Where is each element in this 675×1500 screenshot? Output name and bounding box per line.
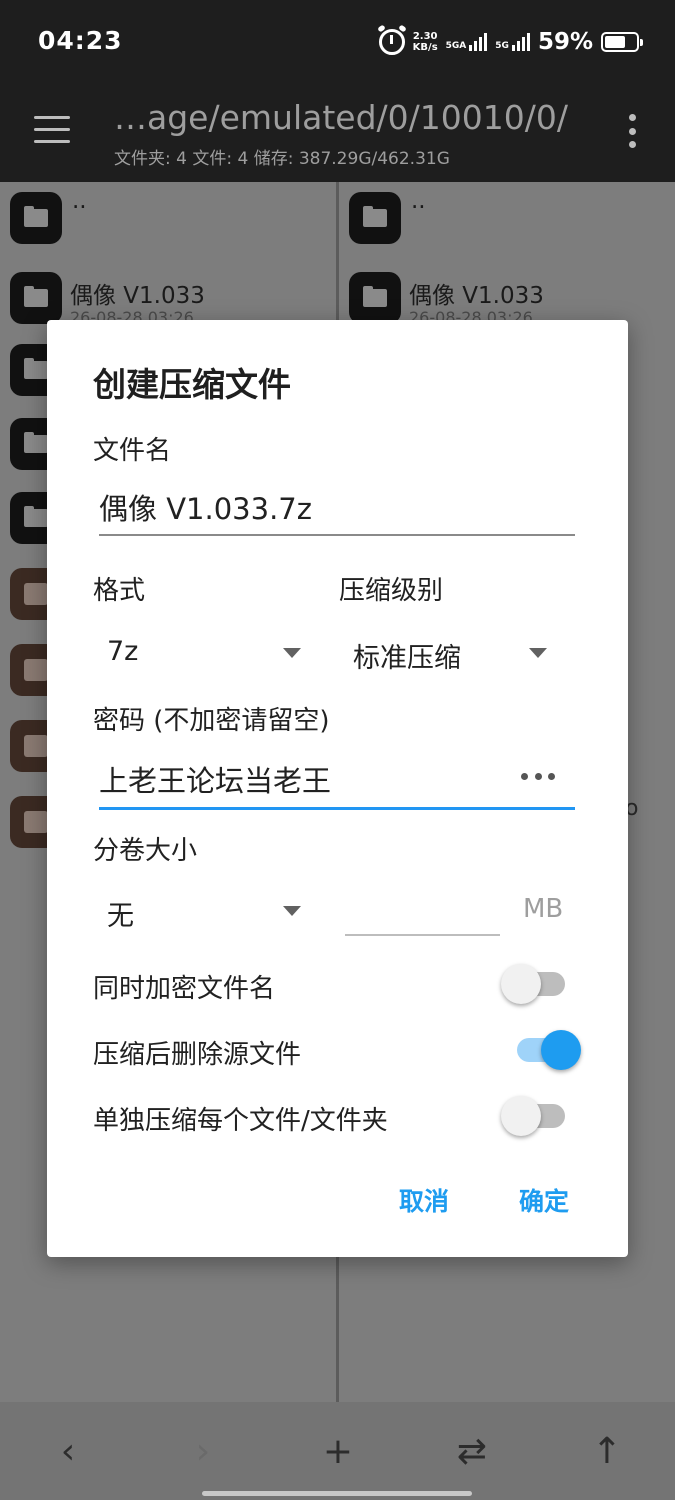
app-bar: …age/emulated/0/10010/0/ 文件夹: 4 文件: 4 储存… [0,84,675,182]
forward-icon[interactable]: › [181,1430,225,1474]
path-info: 文件夹: 4 文件: 4 储存: 387.29G/462.31G [114,149,450,169]
encrypt-names-toggle[interactable] [501,964,565,1004]
folder-icon [349,192,401,244]
filename-input[interactable] [99,488,575,536]
status-time: 04:23 [38,26,123,55]
ok-button[interactable]: 确定 [519,1182,569,1218]
toggle-password-visibility-icon[interactable] [521,773,555,783]
home-indicator[interactable] [202,1491,472,1496]
folder-icon [349,272,401,324]
cancel-button[interactable]: 取消 [399,1182,449,1218]
password-label: 密码 (不加密请留空) [93,706,330,736]
back-icon[interactable]: ‹ [46,1430,90,1474]
volume-size-input[interactable] [345,886,500,936]
compression-level-select[interactable]: 标准压缩 [339,628,547,678]
bottom-toolbar: ‹ › + ⇄ ↑ [0,1402,675,1500]
folder-icon [10,192,62,244]
separate-archives-toggle[interactable] [501,1096,565,1136]
encrypt-names-label: 同时加密文件名 [93,974,276,1004]
swap-panes-icon[interactable]: ⇄ [450,1430,494,1474]
battery-percent: 59% [537,29,593,55]
volume-size-select[interactable]: 无 [93,886,301,936]
volume-size-label: 分卷大小 [93,836,198,866]
network-speed: 2.30 KB/s [412,31,438,53]
format-select[interactable]: 7z [93,628,301,678]
list-item-parent[interactable]: .. [339,182,675,252]
filename-label: 文件名 [93,436,172,466]
status-bar: 04:23 2.30 KB/s 5GA 5G 59% [0,0,675,84]
signal-5ga-icon: 5GA [446,33,488,51]
password-input[interactable] [99,758,575,810]
delete-source-toggle[interactable] [517,1030,581,1070]
battery-icon [601,32,643,52]
menu-icon[interactable] [34,116,70,144]
status-icons: 2.30 KB/s 5GA 5G 59% [378,24,643,60]
more-options-icon[interactable] [629,114,637,148]
signal-5g-icon: 5G [495,33,530,51]
alarm-icon [378,29,405,55]
current-path[interactable]: …age/emulated/0/10010/0/ [114,98,568,137]
go-up-icon[interactable]: ↑ [585,1430,629,1474]
volume-unit: MB [523,894,564,924]
separate-archives-label: 单独压缩每个文件/文件夹 [93,1106,388,1136]
add-icon[interactable]: + [316,1430,360,1474]
dropdown-arrow-icon [283,648,301,658]
folder-icon [10,272,62,324]
dropdown-arrow-icon [283,906,301,916]
create-archive-dialog: 创建压缩文件 文件名 格式 压缩级别 7z 标准压缩 密码 (不加密请留空) 分… [47,320,628,1257]
compression-level-label: 压缩级别 [339,576,444,606]
list-item-parent[interactable]: .. [0,182,336,252]
delete-source-label: 压缩后删除源文件 [93,1040,302,1070]
dialog-title: 创建压缩文件 [93,365,291,404]
dropdown-arrow-icon [529,648,547,658]
format-label: 格式 [93,576,146,606]
